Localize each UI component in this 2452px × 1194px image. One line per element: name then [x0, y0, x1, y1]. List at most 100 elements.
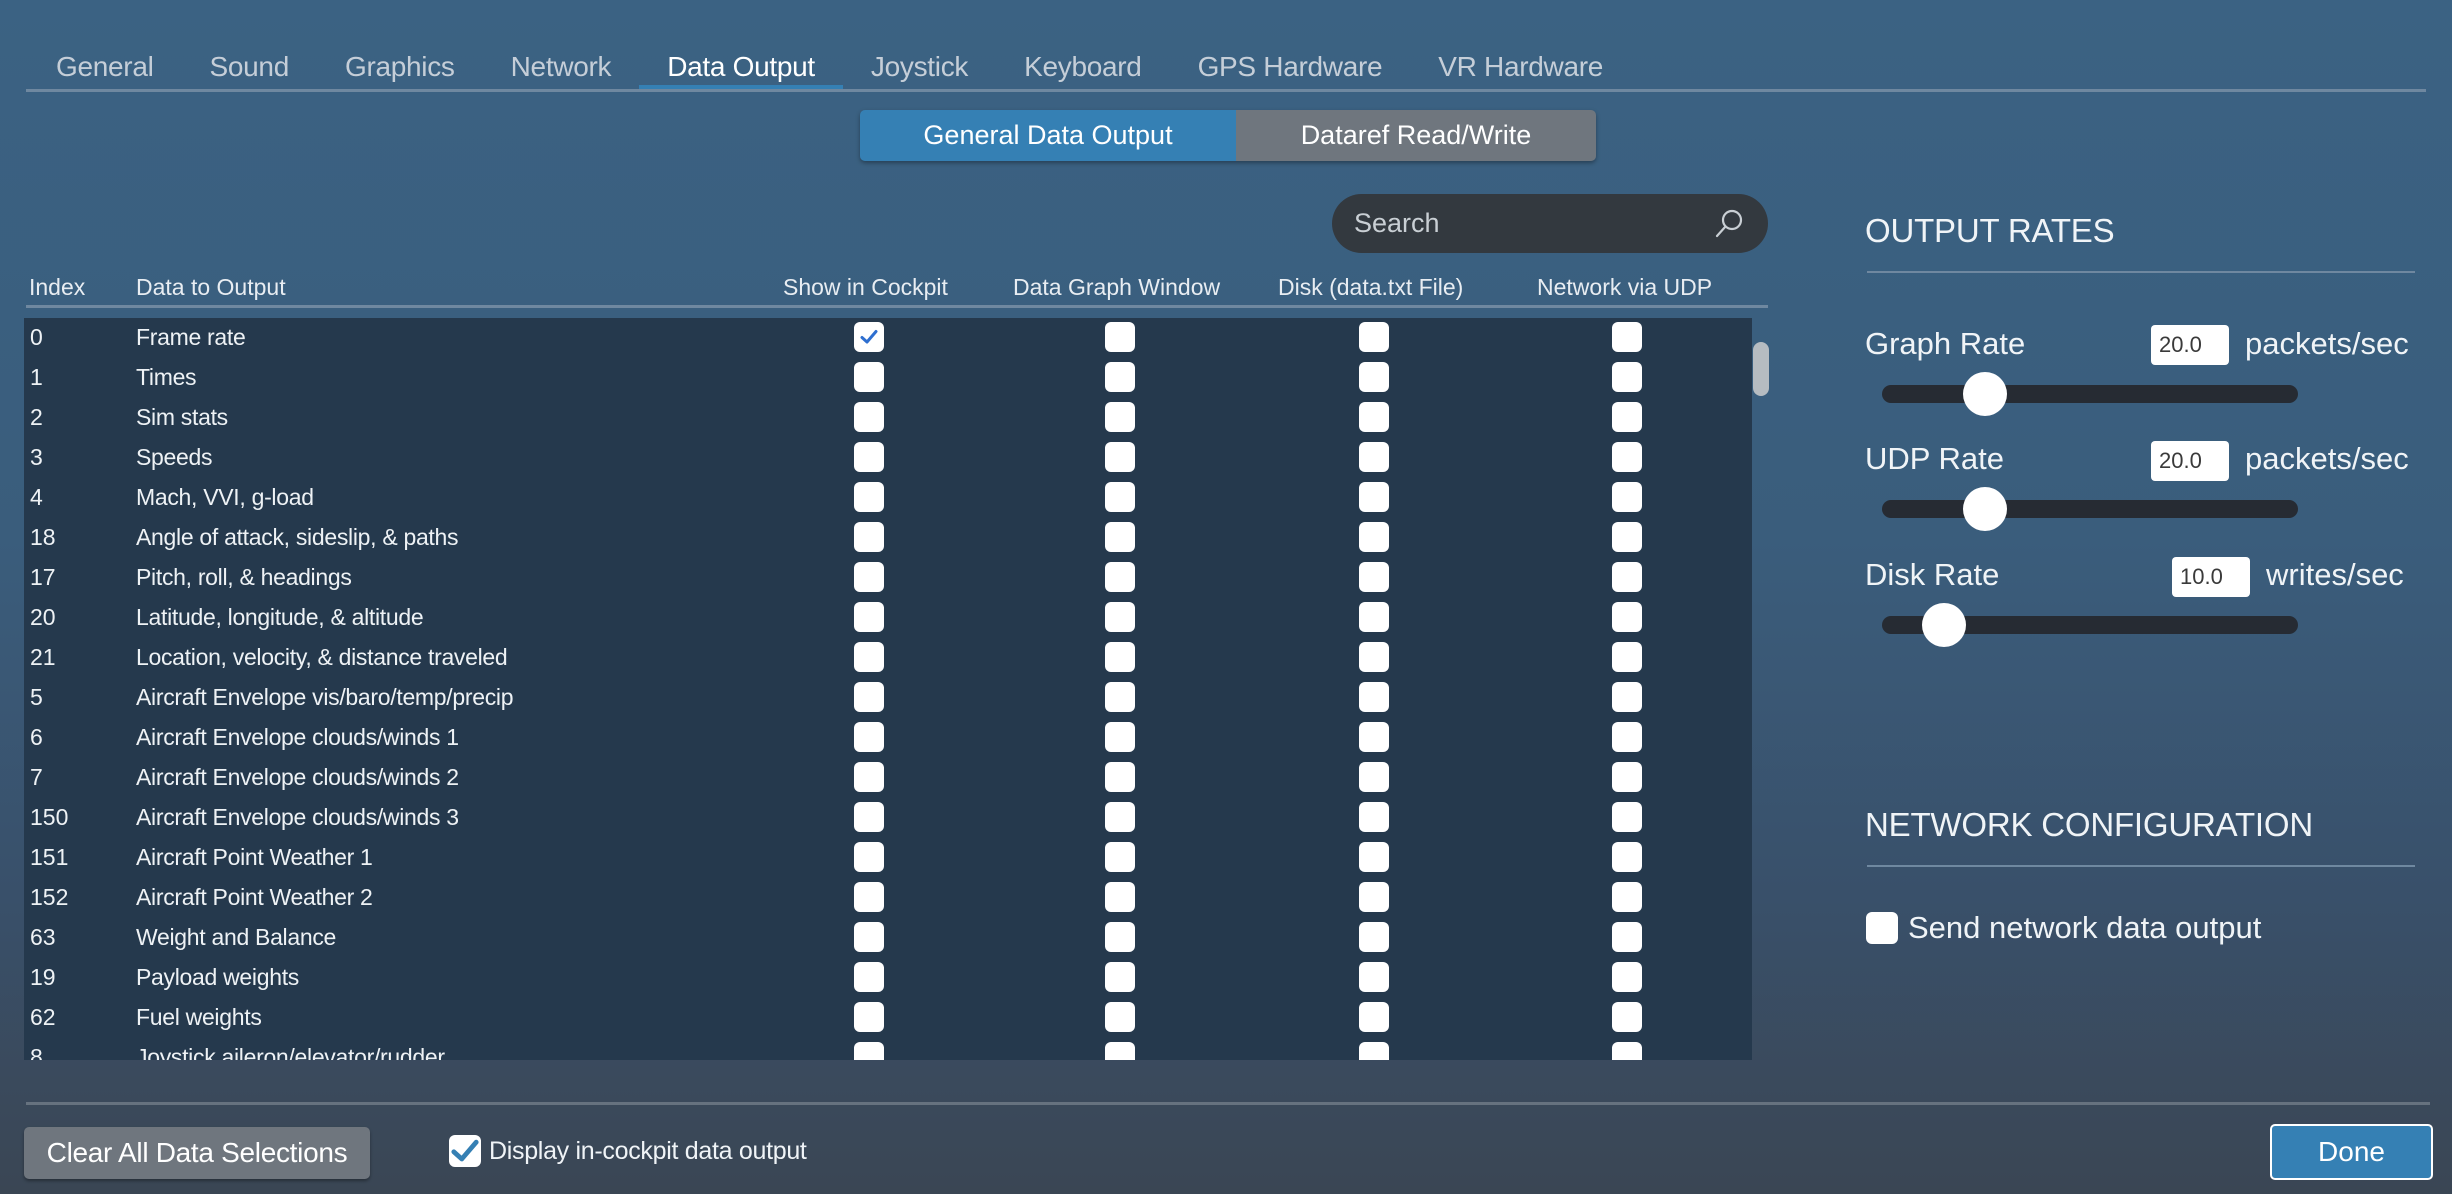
cockpit-checkbox[interactable] — [854, 522, 884, 552]
cockpit-checkbox[interactable] — [854, 682, 884, 712]
udp-checkbox[interactable] — [1612, 402, 1642, 432]
disk-checkbox[interactable] — [1359, 802, 1389, 832]
graph-checkbox[interactable] — [1105, 402, 1135, 432]
display-in-cockpit-option[interactable]: Display in-cockpit data output — [449, 1135, 807, 1167]
cockpit-checkbox[interactable] — [854, 322, 884, 352]
cockpit-checkbox[interactable] — [854, 1002, 884, 1032]
cockpit-checkbox[interactable] — [854, 362, 884, 392]
udp-checkbox[interactable] — [1612, 722, 1642, 752]
cockpit-checkbox[interactable] — [854, 562, 884, 592]
general-data-output-tab[interactable]: General Data Output — [860, 110, 1236, 161]
udp-checkbox[interactable] — [1612, 922, 1642, 952]
graph-checkbox[interactable] — [1105, 482, 1135, 512]
cockpit-checkbox[interactable] — [854, 962, 884, 992]
cockpit-checkbox[interactable] — [854, 402, 884, 432]
graph-checkbox[interactable] — [1105, 842, 1135, 872]
udp-checkbox[interactable] — [1612, 682, 1642, 712]
udp-checkbox[interactable] — [1612, 362, 1642, 392]
cockpit-checkbox[interactable] — [854, 802, 884, 832]
disk-checkbox[interactable] — [1359, 1042, 1389, 1060]
graph-rate-slider-thumb[interactable] — [1963, 372, 2008, 416]
udp-checkbox[interactable] — [1612, 1042, 1642, 1060]
graph-checkbox[interactable] — [1105, 682, 1135, 712]
disk-checkbox[interactable] — [1359, 522, 1389, 552]
udp-checkbox[interactable] — [1612, 962, 1642, 992]
disk-rate-slider-thumb[interactable] — [1921, 603, 1966, 647]
udp-checkbox[interactable] — [1612, 642, 1642, 672]
dataref-read-write-tab[interactable]: Dataref Read/Write — [1236, 110, 1596, 161]
tab-sound[interactable]: Sound — [182, 44, 317, 90]
udp-checkbox[interactable] — [1612, 1002, 1642, 1032]
cockpit-checkbox[interactable] — [854, 842, 884, 872]
cockpit-checkbox[interactable] — [854, 922, 884, 952]
disk-checkbox[interactable] — [1359, 1002, 1389, 1032]
tab-network[interactable]: Network — [483, 44, 640, 90]
udp-rate-input[interactable] — [2151, 441, 2229, 481]
clear-all-data-selections-button[interactable]: Clear All Data Selections — [24, 1127, 370, 1179]
tab-keyboard[interactable]: Keyboard — [996, 44, 1169, 90]
cockpit-checkbox[interactable] — [854, 442, 884, 472]
disk-checkbox[interactable] — [1359, 682, 1389, 712]
disk-checkbox[interactable] — [1359, 962, 1389, 992]
graph-checkbox[interactable] — [1105, 562, 1135, 592]
tab-general[interactable]: General — [28, 44, 182, 90]
graph-checkbox[interactable] — [1105, 442, 1135, 472]
tab-graphics[interactable]: Graphics — [317, 44, 483, 90]
graph-checkbox[interactable] — [1105, 882, 1135, 912]
udp-checkbox[interactable] — [1612, 602, 1642, 632]
tab-data-output[interactable]: Data Output — [639, 44, 843, 90]
graph-checkbox[interactable] — [1105, 522, 1135, 552]
graph-rate-input[interactable] — [2151, 325, 2229, 365]
disk-checkbox[interactable] — [1359, 602, 1389, 632]
done-button[interactable]: Done — [2270, 1124, 2433, 1180]
graph-rate-slider[interactable] — [1882, 372, 2298, 416]
tab-vr-hardware[interactable]: VR Hardware — [1410, 44, 1631, 90]
disk-checkbox[interactable] — [1359, 842, 1389, 872]
scrollbar-thumb[interactable] — [1753, 342, 1769, 396]
graph-checkbox[interactable] — [1105, 362, 1135, 392]
udp-checkbox[interactable] — [1612, 882, 1642, 912]
udp-checkbox[interactable] — [1612, 762, 1642, 792]
disk-checkbox[interactable] — [1359, 322, 1389, 352]
disk-checkbox[interactable] — [1359, 442, 1389, 472]
tab-gps-hardware[interactable]: GPS Hardware — [1170, 44, 1411, 90]
cockpit-checkbox[interactable] — [854, 1042, 884, 1060]
tab-joystick[interactable]: Joystick — [843, 44, 996, 90]
disk-rate-input[interactable] — [2172, 557, 2250, 597]
graph-checkbox[interactable] — [1105, 322, 1135, 352]
cockpit-checkbox[interactable] — [854, 722, 884, 752]
graph-checkbox[interactable] — [1105, 1002, 1135, 1032]
udp-checkbox[interactable] — [1612, 522, 1642, 552]
udp-checkbox[interactable] — [1612, 442, 1642, 472]
graph-checkbox[interactable] — [1105, 762, 1135, 792]
udp-checkbox[interactable] — [1612, 802, 1642, 832]
disk-checkbox[interactable] — [1359, 882, 1389, 912]
send-network-data-option[interactable]: Send network data output — [1866, 910, 2261, 946]
graph-checkbox[interactable] — [1105, 802, 1135, 832]
cockpit-checkbox[interactable] — [854, 482, 884, 512]
disk-checkbox[interactable] — [1359, 402, 1389, 432]
disk-checkbox[interactable] — [1359, 362, 1389, 392]
udp-checkbox[interactable] — [1612, 482, 1642, 512]
send-network-data-checkbox[interactable] — [1866, 912, 1898, 944]
graph-checkbox[interactable] — [1105, 602, 1135, 632]
udp-checkbox[interactable] — [1612, 842, 1642, 872]
udp-rate-slider-thumb[interactable] — [1963, 487, 2008, 531]
display-in-cockpit-checkbox[interactable] — [449, 1135, 481, 1167]
udp-checkbox[interactable] — [1612, 562, 1642, 592]
disk-rate-slider[interactable] — [1882, 603, 2298, 647]
disk-checkbox[interactable] — [1359, 482, 1389, 512]
disk-checkbox[interactable] — [1359, 762, 1389, 792]
cockpit-checkbox[interactable] — [854, 762, 884, 792]
udp-checkbox[interactable] — [1612, 322, 1642, 352]
disk-checkbox[interactable] — [1359, 642, 1389, 672]
graph-checkbox[interactable] — [1105, 922, 1135, 952]
cockpit-checkbox[interactable] — [854, 642, 884, 672]
graph-checkbox[interactable] — [1105, 722, 1135, 752]
udp-rate-slider[interactable] — [1882, 487, 2298, 531]
search-input[interactable] — [1354, 208, 1712, 239]
graph-checkbox[interactable] — [1105, 1042, 1135, 1060]
cockpit-checkbox[interactable] — [854, 602, 884, 632]
graph-checkbox[interactable] — [1105, 962, 1135, 992]
disk-checkbox[interactable] — [1359, 562, 1389, 592]
